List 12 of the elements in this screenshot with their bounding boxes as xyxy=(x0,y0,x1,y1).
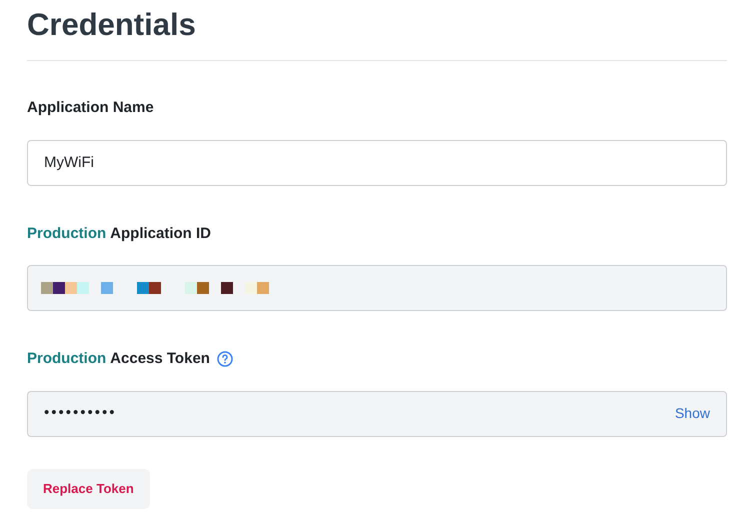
page-title: Credentials xyxy=(27,0,727,61)
replace-token-button[interactable]: Replace Token xyxy=(27,468,150,508)
field-label: Application ID xyxy=(110,224,212,244)
environment-label: Production xyxy=(27,349,106,369)
masked-token: •••••••••• xyxy=(44,403,117,424)
help-icon[interactable] xyxy=(216,351,233,368)
field-label: Access Token xyxy=(110,349,210,369)
text-field[interactable]: MyWiFi xyxy=(27,140,727,186)
field-label: Application Name xyxy=(27,98,154,118)
token-field[interactable]: •••••••••• Show xyxy=(27,390,727,436)
show-link[interactable]: Show xyxy=(674,403,710,424)
environment-label: Production xyxy=(27,224,106,244)
